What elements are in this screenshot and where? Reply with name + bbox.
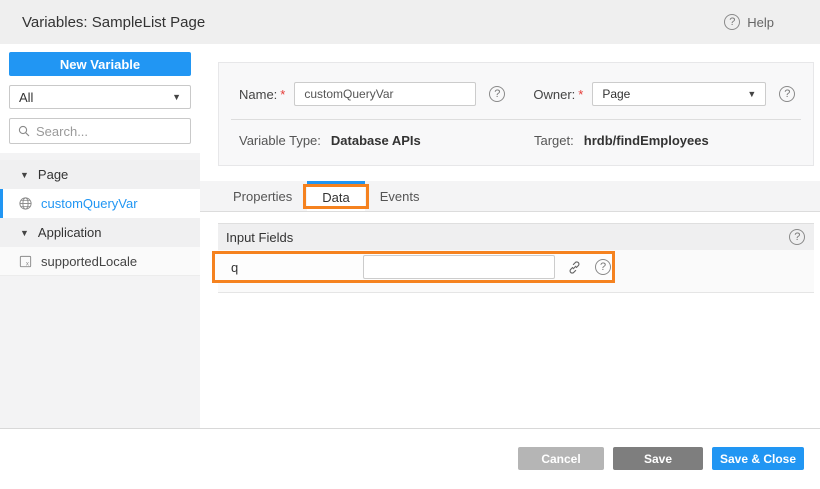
dialog-header: Variables: SampleList Page ? Help (0, 0, 820, 44)
tree-group-label: Application (38, 225, 102, 240)
page-title: Variables: SampleList Page (22, 14, 205, 31)
q-field-input[interactable] (363, 255, 555, 279)
tree-item-supportedlocale[interactable]: x supportedLocale (0, 247, 200, 276)
annotation-highlight-q-field-row: q ? (212, 251, 615, 283)
tab-label: Data (322, 190, 349, 205)
variable-detail-panel: Name: * ? Owner: * Page ▼ ? Variable Typ… (200, 44, 820, 428)
search-input[interactable] (36, 124, 212, 139)
tree-item-customqueryvar[interactable]: customQueryVar (0, 189, 200, 218)
help-button[interactable]: ? Help (724, 14, 774, 30)
dialog-footer: Cancel Save Save & Close (0, 429, 820, 488)
service-variable-icon (18, 196, 33, 211)
owner-selected-value: Page (602, 87, 630, 101)
owner-help-icon[interactable]: ? (779, 86, 795, 102)
owner-select[interactable]: Page ▼ (592, 82, 766, 106)
tree-item-label: supportedLocale (41, 254, 137, 269)
save-button[interactable]: Save (613, 447, 703, 470)
search-icon (18, 125, 30, 137)
chevron-down-icon: ▼ (172, 92, 181, 102)
target-label: Target: (534, 133, 574, 148)
tab-events[interactable]: Events (365, 181, 435, 211)
new-variable-button[interactable]: New Variable (9, 52, 191, 76)
save-and-close-button[interactable]: Save & Close (712, 447, 804, 470)
svg-text:x: x (26, 260, 29, 267)
search-box[interactable] (9, 118, 191, 144)
tree-item-label: customQueryVar (41, 196, 138, 211)
input-fields-body: q ? (218, 250, 814, 293)
input-fields-header: Input Fields ? (218, 223, 814, 250)
required-marker: * (280, 87, 285, 102)
tab-label: Events (380, 189, 420, 204)
input-fields-help-icon[interactable]: ? (789, 229, 805, 245)
sidebar-controls: New Variable All ▼ (0, 44, 200, 153)
tree-group-application[interactable]: ▼ Application (0, 218, 200, 247)
name-label: Name: (239, 87, 277, 102)
help-label: Help (747, 15, 774, 30)
help-circle-icon: ? (724, 14, 740, 30)
collapse-arrow-icon: ▼ (20, 170, 29, 180)
variable-type-value: Database APIs (331, 133, 421, 148)
section-title: Input Fields (226, 230, 293, 245)
collapse-arrow-icon: ▼ (20, 228, 29, 238)
model-variable-icon: x (18, 254, 33, 269)
input-fields-section: Input Fields ? q ? (218, 223, 814, 293)
tab-properties[interactable]: Properties (218, 181, 307, 211)
bind-link-icon[interactable] (567, 260, 582, 275)
detail-tabbar: Properties Data Events (200, 181, 820, 212)
name-owner-row: Name: * ? Owner: * Page ▼ ? (219, 63, 813, 106)
name-input[interactable] (294, 82, 476, 106)
variable-filter-select[interactable]: All ▼ (9, 85, 191, 109)
tab-data[interactable]: Data (307, 181, 364, 211)
target-value: hrdb/findEmployees (584, 133, 709, 148)
q-field-help-icon[interactable]: ? (595, 259, 611, 275)
filter-selected-value: All (19, 90, 33, 105)
cancel-button[interactable]: Cancel (518, 447, 604, 470)
tab-label: Properties (233, 189, 292, 204)
variables-tree: ▼ Page customQueryVar ▼ Application x su… (0, 160, 200, 276)
tree-group-page[interactable]: ▼ Page (0, 160, 200, 189)
field-label-q: q (215, 260, 363, 275)
required-marker: * (578, 87, 583, 102)
dialog-body: New Variable All ▼ ▼ Page customQ (0, 44, 820, 429)
owner-label: Owner: (533, 87, 575, 102)
type-target-row: Variable Type: Database APIs Target: hrd… (219, 120, 813, 165)
name-help-icon[interactable]: ? (489, 86, 505, 102)
chevron-down-icon: ▼ (747, 89, 756, 99)
variable-summary-card: Name: * ? Owner: * Page ▼ ? Variable Typ… (218, 62, 814, 166)
variables-sidebar: New Variable All ▼ ▼ Page customQ (0, 44, 200, 428)
tree-group-label: Page (38, 167, 68, 182)
variable-type-label: Variable Type: (239, 133, 321, 148)
